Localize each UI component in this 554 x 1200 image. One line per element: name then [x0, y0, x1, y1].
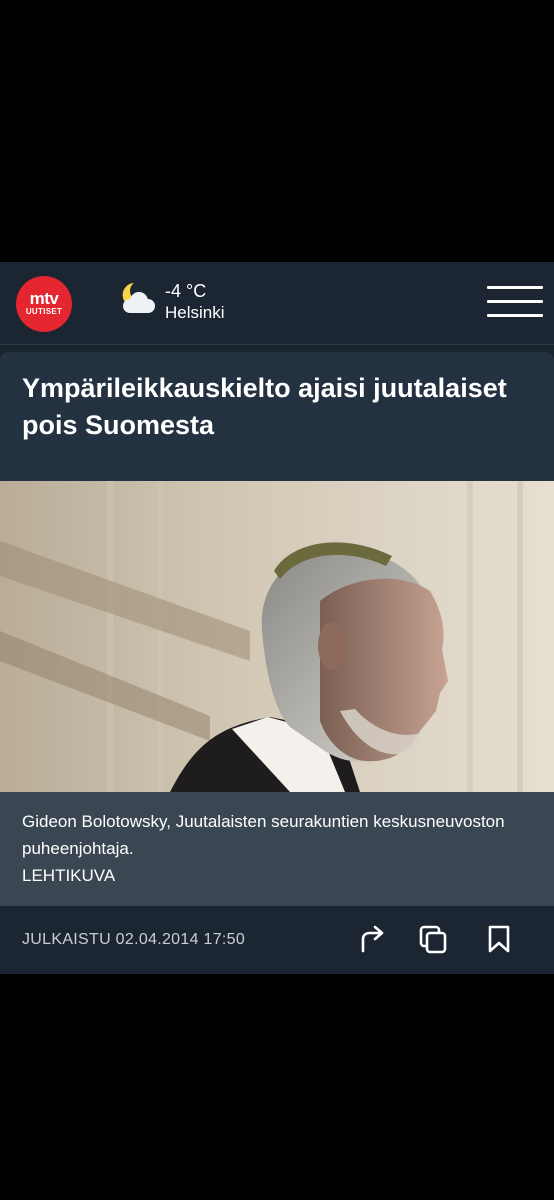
- logo-main-text: mtv: [29, 289, 59, 308]
- photo-illustration: [0, 481, 554, 792]
- hamburger-menu-icon[interactable]: [487, 286, 543, 320]
- article-meta-bar: JULKAISTU 02.04.2014 17:50: [0, 906, 554, 974]
- copy-icon[interactable]: [418, 923, 448, 955]
- article-card: Ympärileikkauskielto ajaisi juutalaiset …: [0, 352, 554, 974]
- published-timestamp: JULKAISTU 02.04.2014 17:50: [22, 931, 246, 948]
- caption-text: Gideon Bolotowsky, Juutalaisten seurakun…: [22, 812, 505, 858]
- mtv-uutiset-logo[interactable]: mtv UUTISET: [16, 276, 72, 332]
- logo-sub-text: UUTISET: [25, 307, 63, 316]
- photo-caption: Gideon Bolotowsky, Juutalaisten seurakun…: [0, 792, 554, 906]
- partly-cloudy-night-icon: [122, 283, 155, 313]
- photo-credit: LEHTIKUVA: [22, 866, 116, 885]
- app-screen: mtv UUTISET -4 °C Helsinki Ympärileikkau…: [0, 262, 554, 974]
- top-bar: mtv UUTISET -4 °C Helsinki: [0, 262, 554, 345]
- weather-temperature: -4 °C: [165, 281, 207, 301]
- share-icon[interactable]: [357, 923, 387, 955]
- weather-city: Helsinki: [165, 303, 225, 322]
- article-headline[interactable]: Ympärileikkauskielto ajaisi juutalaiset …: [22, 370, 522, 444]
- bookmark-icon[interactable]: [484, 923, 514, 955]
- article-photo[interactable]: [0, 481, 554, 792]
